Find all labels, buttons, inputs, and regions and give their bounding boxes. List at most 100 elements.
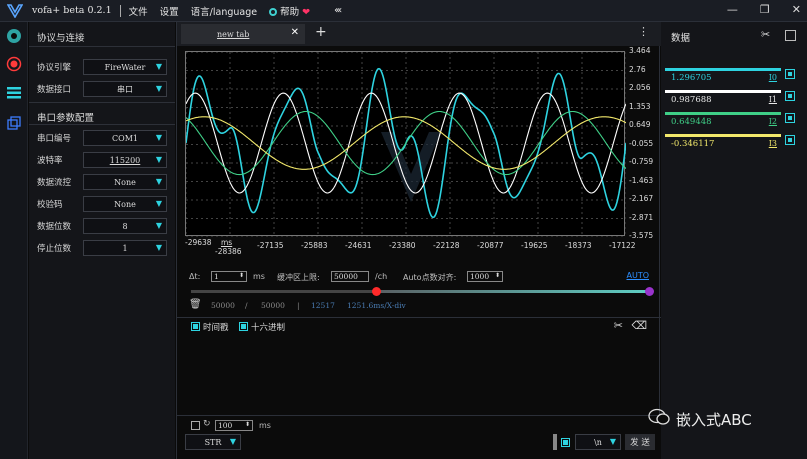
- receive-header: 时间戳 十六进制 ✂ ⌫: [177, 317, 661, 333]
- slider-end-handle[interactable]: [645, 287, 654, 296]
- divider: [29, 102, 175, 103]
- channel-name: I2: [768, 117, 777, 126]
- format-value: STR: [204, 437, 222, 447]
- auto-button[interactable]: AUTO: [626, 271, 649, 280]
- heart-icon: ❤: [302, 6, 311, 18]
- flow-label: 数据流控: [37, 178, 72, 188]
- send-input[interactable]: [247, 434, 547, 450]
- app-title: vofa+ beta 0.2.1: [32, 5, 112, 16]
- menu-file[interactable]: 文件: [129, 4, 148, 18]
- tab-new[interactable]: new tab ✕: [181, 24, 305, 44]
- channel-i0[interactable]: 1.296705 I0: [665, 68, 795, 86]
- plot-area[interactable]: [185, 51, 626, 237]
- menu-help[interactable]: 帮助 ❤: [269, 4, 310, 18]
- chevron-down-icon: ▼: [229, 437, 236, 446]
- minimize-icon[interactable]: —: [727, 3, 738, 16]
- waveform-chart[interactable]: 3.464 2.76 2.056 1.353 0.649 -0.055 -0.759 -1.4…: [183, 46, 655, 268]
- record-icon[interactable]: [5, 55, 23, 73]
- com-label: 串口编号: [37, 134, 72, 144]
- close-icon[interactable]: ✕: [792, 3, 801, 16]
- receive-area[interactable]: [177, 334, 661, 414]
- y-tick-label: -2.871: [629, 212, 654, 222]
- y-tick-label: 2.056: [629, 83, 651, 92]
- select-all-checkbox[interactable]: [785, 30, 796, 41]
- buffer-label: 缓冲区上限:: [277, 273, 320, 282]
- channel-i2[interactable]: 0.649448 I2: [665, 112, 795, 130]
- restore-icon[interactable]: ❐: [760, 3, 770, 16]
- databits-select[interactable]: 8 ▼: [83, 218, 167, 234]
- port-select[interactable]: 串口 ▼: [83, 81, 167, 97]
- add-tab-icon[interactable]: +: [315, 24, 327, 40]
- channel-visible-checkbox[interactable]: [785, 135, 795, 145]
- timestamp-checkbox[interactable]: [191, 322, 200, 331]
- buffer-input[interactable]: 50000: [331, 271, 369, 282]
- trash-icon[interactable]: 🗑: [189, 299, 202, 310]
- x-tick-label: -22128: [433, 241, 460, 250]
- channel-i1[interactable]: 0.987688 I1: [665, 90, 795, 108]
- y-tick-label: -1.463: [629, 175, 654, 185]
- channel-visible-checkbox[interactable]: [785, 113, 795, 123]
- buffer-value: 50000: [334, 272, 358, 281]
- menu-settings[interactable]: 设置: [160, 4, 179, 18]
- channel-i3[interactable]: -0.346117 I3: [665, 134, 795, 152]
- hex-checkbox[interactable]: [239, 322, 248, 331]
- baud-select[interactable]: 115200 ▼: [83, 152, 167, 168]
- section-serial-title: 串口参数配置: [37, 113, 95, 124]
- parity-label: 校验码: [37, 200, 63, 210]
- slider-start-handle[interactable]: [371, 287, 381, 296]
- interval-unit: ms: [259, 421, 271, 430]
- send-button-label: 发 送: [630, 438, 650, 448]
- y-tick-label: 3.464: [629, 46, 651, 55]
- interval-spinbox[interactable]: 100 ⬍: [215, 420, 253, 431]
- auto-align-spinbox[interactable]: 1000 ⬍: [467, 271, 503, 282]
- flow-value: None: [114, 177, 136, 187]
- channel-value: -0.346117: [671, 139, 715, 149]
- loop-icon: ↻: [203, 419, 211, 429]
- terminator-value: \n: [594, 437, 602, 447]
- parity-row: 校验码 None ▼: [37, 195, 167, 213]
- timestamp-label: 时间戳: [203, 323, 229, 333]
- resize-handle[interactable]: [553, 434, 557, 450]
- port-label: 数据接口: [37, 85, 72, 95]
- channel-visible-checkbox[interactable]: [785, 69, 795, 79]
- stopbits-select[interactable]: 1 ▼: [83, 240, 167, 256]
- flow-select[interactable]: None ▼: [83, 174, 167, 190]
- x-tick-label: -25883: [301, 241, 328, 250]
- com-select[interactable]: COM1 ▼: [83, 130, 167, 146]
- channel-name: I1: [768, 95, 777, 104]
- protocol-select[interactable]: FireWater ▼: [83, 59, 167, 75]
- plot-svg: [186, 52, 626, 237]
- chevron-down-icon: ▼: [155, 84, 162, 93]
- protocol-label: 协议引擎: [37, 63, 72, 73]
- dt-spinbox[interactable]: 1 ⬍: [211, 271, 247, 282]
- format-select[interactable]: STR ▼: [185, 434, 241, 450]
- parity-select[interactable]: None ▼: [83, 196, 167, 212]
- collapse-arrows-icon[interactable]: ‹‹‹: [334, 5, 342, 16]
- windows-icon[interactable]: [5, 114, 23, 132]
- scissors-icon[interactable]: ✂: [761, 28, 770, 41]
- channel-name: I3: [768, 139, 777, 148]
- channel-color-bar: [665, 68, 781, 71]
- x-tick-label: -27135: [257, 241, 284, 250]
- chevron-down-icon: ▼: [155, 62, 162, 71]
- close-tab-icon[interactable]: ✕: [291, 27, 299, 38]
- send-button[interactable]: 发 送: [625, 434, 655, 450]
- menu-language[interactable]: 语言/language: [191, 4, 257, 18]
- append-terminator-checkbox[interactable]: [561, 438, 570, 447]
- data-panel: 数据 ✂ 1.296705 I0 0.987688 I1 0.649448 I2…: [661, 22, 807, 459]
- more-vertical-icon[interactable]: ⋮: [638, 25, 649, 38]
- list-icon[interactable]: [5, 84, 23, 102]
- tab-label: new tab: [217, 29, 250, 39]
- connect-icon[interactable]: [5, 27, 23, 45]
- terminator-select[interactable]: \n ▼: [575, 434, 621, 450]
- watermark-text: 嵌入式ABC: [676, 410, 752, 429]
- channel-visible-checkbox[interactable]: [785, 91, 795, 101]
- port-row: 数据接口 串口 ▼: [37, 80, 167, 98]
- eraser-icon[interactable]: ⌫: [631, 319, 647, 332]
- scissors-icon[interactable]: ✂: [614, 319, 623, 332]
- loop-send-checkbox[interactable]: [191, 421, 200, 430]
- protocol-value: FireWater: [104, 62, 146, 72]
- range-slider[interactable]: [191, 287, 654, 296]
- channel-color-bar: [665, 90, 781, 93]
- stats-points: 12517: [311, 301, 335, 310]
